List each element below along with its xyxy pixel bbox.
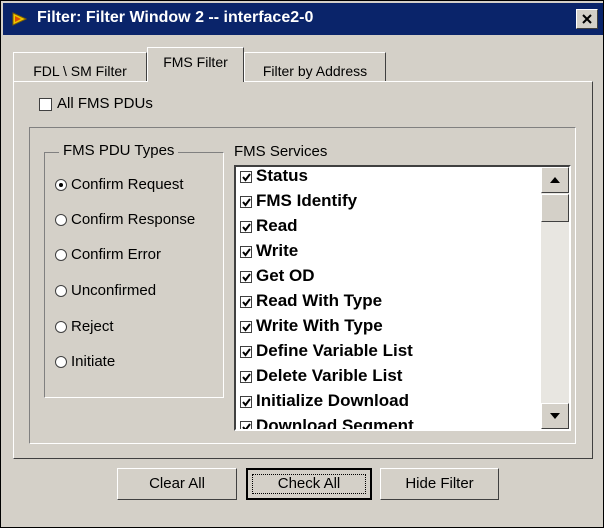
service-label: Get OD (256, 266, 315, 285)
vertical-scrollbar[interactable] (541, 167, 569, 429)
check-icon (242, 423, 251, 429)
all-fms-pdus-label: All FMS PDUs (57, 95, 153, 112)
scroll-up-button[interactable] (541, 167, 569, 193)
service-label: Initialize Download (256, 391, 410, 410)
radio-reject[interactable] (55, 321, 67, 333)
tab-label: FMS Filter (163, 54, 228, 70)
arrow-down-icon (550, 413, 560, 419)
check-icon (242, 298, 251, 307)
window-title: Filter: Filter Window 2 -- interface2-0 (37, 9, 314, 26)
checkbox-checked[interactable] (240, 321, 252, 333)
tab-filter-by-address[interactable]: Filter by Address (244, 52, 386, 81)
checkbox-checked[interactable] (240, 296, 252, 308)
checkbox-checked[interactable] (240, 271, 252, 283)
close-button[interactable] (576, 9, 598, 29)
radio-label: Confirm Error (71, 246, 162, 263)
checkbox-checked[interactable] (240, 371, 252, 383)
service-label: Download Segment (256, 416, 414, 431)
filter-window: Filter: Filter Window 2 -- interface2-0 … (0, 0, 604, 528)
scroll-down-button[interactable] (541, 403, 569, 429)
radio-label: Confirm Request (71, 176, 184, 193)
clear-all-label: Clear All (149, 475, 205, 492)
radio-unconfirmed[interactable] (55, 285, 67, 297)
check-all-button[interactable]: Check All (246, 468, 372, 500)
service-label: Read (256, 216, 298, 235)
tab-label: FDL \ SM Filter (33, 63, 127, 79)
check-icon (242, 248, 251, 257)
service-label: Write With Type (256, 316, 383, 335)
check-icon (242, 373, 251, 382)
service-label: Delete Varible List (256, 366, 403, 385)
radio-label: Reject (71, 318, 114, 335)
app-icon (11, 11, 29, 27)
checkbox-checked[interactable] (240, 421, 252, 429)
radio-label: Confirm Response (71, 211, 196, 228)
radio-initiate[interactable] (55, 356, 67, 368)
tab-fms-filter[interactable]: FMS Filter (147, 47, 244, 82)
radio-label: Unconfirmed (71, 282, 157, 299)
check-icon (242, 348, 251, 357)
tab-fdl-sm-filter[interactable]: FDL \ SM Filter (13, 52, 147, 81)
checkbox-checked[interactable] (240, 396, 252, 408)
title-bar[interactable]: Filter: Filter Window 2 -- interface2-0 (3, 3, 603, 35)
hide-filter-label: Hide Filter (405, 475, 474, 492)
close-icon (582, 14, 592, 24)
check-icon (242, 273, 251, 282)
focus-rect (252, 474, 366, 494)
check-icon (242, 173, 251, 182)
service-label: Write (256, 241, 299, 260)
radio-confirm-response[interactable] (55, 214, 67, 226)
radio-confirm-request[interactable] (55, 179, 67, 191)
service-label: Read With Type (256, 291, 383, 310)
pdu-types-title: FMS PDU Types (59, 142, 179, 159)
checkbox-checked[interactable] (240, 346, 252, 358)
checkbox-checked[interactable] (240, 246, 252, 258)
fms-services-list[interactable]: Status FMS Identify Read Write Get OD Re… (234, 165, 571, 431)
arrow-up-icon (550, 177, 560, 183)
tab-label: Filter by Address (262, 63, 368, 79)
check-icon (242, 398, 251, 407)
check-icon (242, 223, 251, 232)
service-label: FMS Identify (256, 191, 358, 210)
check-icon (242, 323, 251, 332)
service-label: Status (256, 166, 308, 185)
fms-services-label: FMS Services (234, 143, 328, 160)
checkbox-checked[interactable] (240, 221, 252, 233)
scroll-thumb[interactable] (541, 194, 569, 222)
checkbox-checked[interactable] (240, 196, 252, 208)
service-label: Define Variable List (256, 341, 413, 360)
clear-all-button[interactable]: Clear All (117, 468, 237, 500)
checkbox-checked[interactable] (240, 171, 252, 183)
radio-confirm-error[interactable] (55, 249, 67, 261)
all-fms-pdus-checkbox[interactable] (39, 98, 52, 111)
radio-label: Initiate (71, 353, 116, 370)
hide-filter-button[interactable]: Hide Filter (380, 468, 499, 500)
check-icon (242, 198, 251, 207)
